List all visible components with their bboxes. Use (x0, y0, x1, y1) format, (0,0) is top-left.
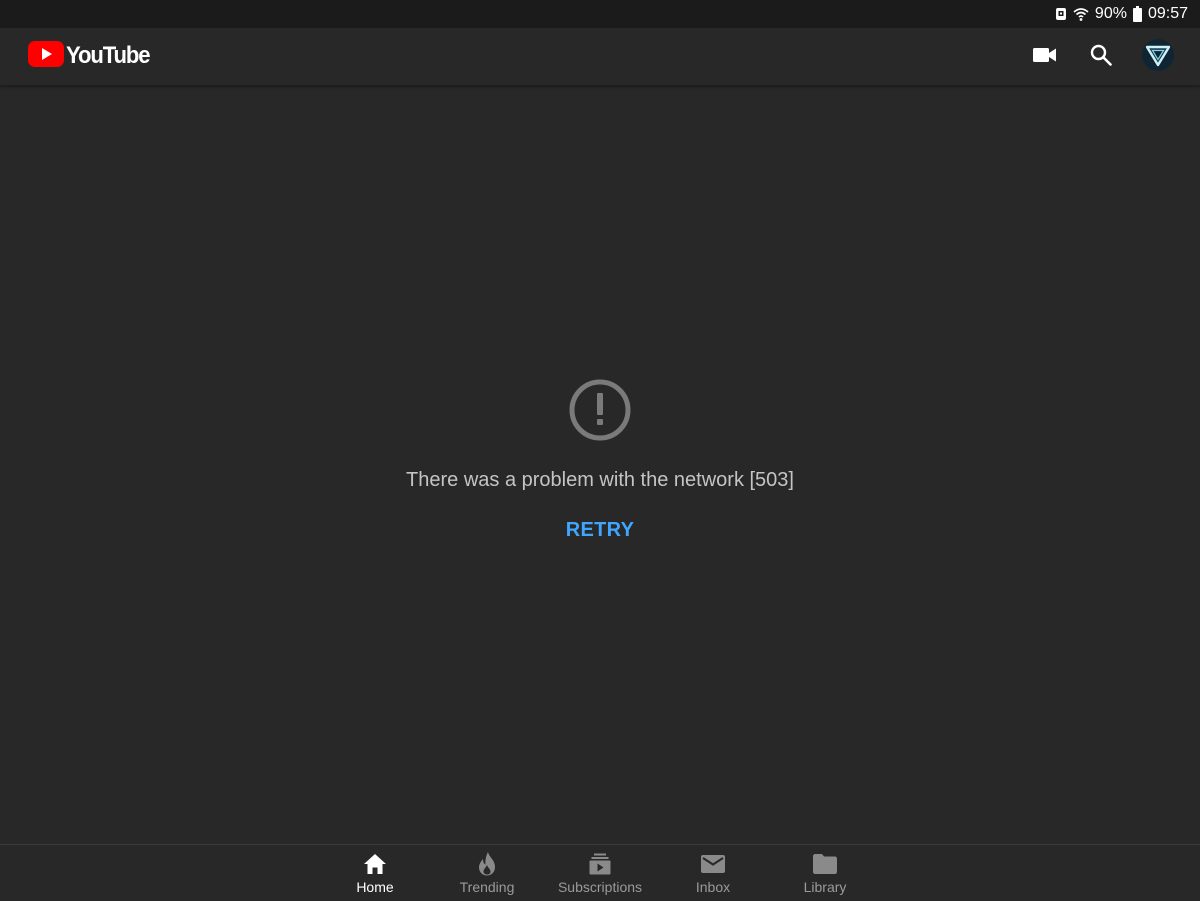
account-avatar (1142, 38, 1174, 76)
nav-label: Trending (459, 879, 515, 895)
bottom-navigation: Home Trending Subscriptions Inbox Librar… (0, 844, 1200, 901)
nav-item-subscriptions[interactable]: Subscriptions (544, 845, 656, 901)
clock: 09:57 (1147, 5, 1188, 22)
account-button[interactable] (1142, 38, 1174, 76)
home-icon (363, 852, 387, 876)
nav-label: Subscriptions (557, 879, 643, 895)
nav-item-library[interactable]: Library (769, 845, 881, 901)
alert-circle-icon (568, 378, 632, 442)
upload-video-button[interactable] (1030, 42, 1060, 72)
battery-icon (1132, 6, 1142, 22)
notification-icon (1055, 7, 1067, 21)
battery-percent: 90% (1094, 5, 1127, 22)
status-indicators: 90% 09:57 (1055, 0, 1188, 28)
search-button[interactable] (1086, 42, 1116, 72)
logo-text: YouTube (66, 42, 151, 69)
nav-label: Inbox (695, 879, 731, 895)
youtube-play-icon (28, 40, 64, 72)
nav-label: Home (356, 879, 394, 895)
youtube-logo[interactable]: YouTube (28, 40, 157, 72)
wifi-icon (1073, 6, 1089, 22)
error-message: There was a problem with the network [50… (406, 469, 794, 491)
nav-item-trending[interactable]: Trending (431, 845, 543, 901)
flame-icon (475, 852, 499, 876)
status-bar: 90% 09:57 (0, 0, 1200, 28)
folder-icon (813, 852, 837, 876)
video-camera-icon (1033, 46, 1057, 69)
app-bar: YouTube (0, 28, 1200, 86)
nav-label: Library (803, 879, 847, 895)
search-icon (1090, 44, 1112, 71)
nav-item-inbox[interactable]: Inbox (657, 845, 769, 901)
nav-item-home[interactable]: Home (319, 845, 431, 901)
mail-icon (701, 852, 725, 876)
retry-button[interactable]: RETRY (540, 514, 660, 544)
subscriptions-icon (588, 852, 612, 876)
